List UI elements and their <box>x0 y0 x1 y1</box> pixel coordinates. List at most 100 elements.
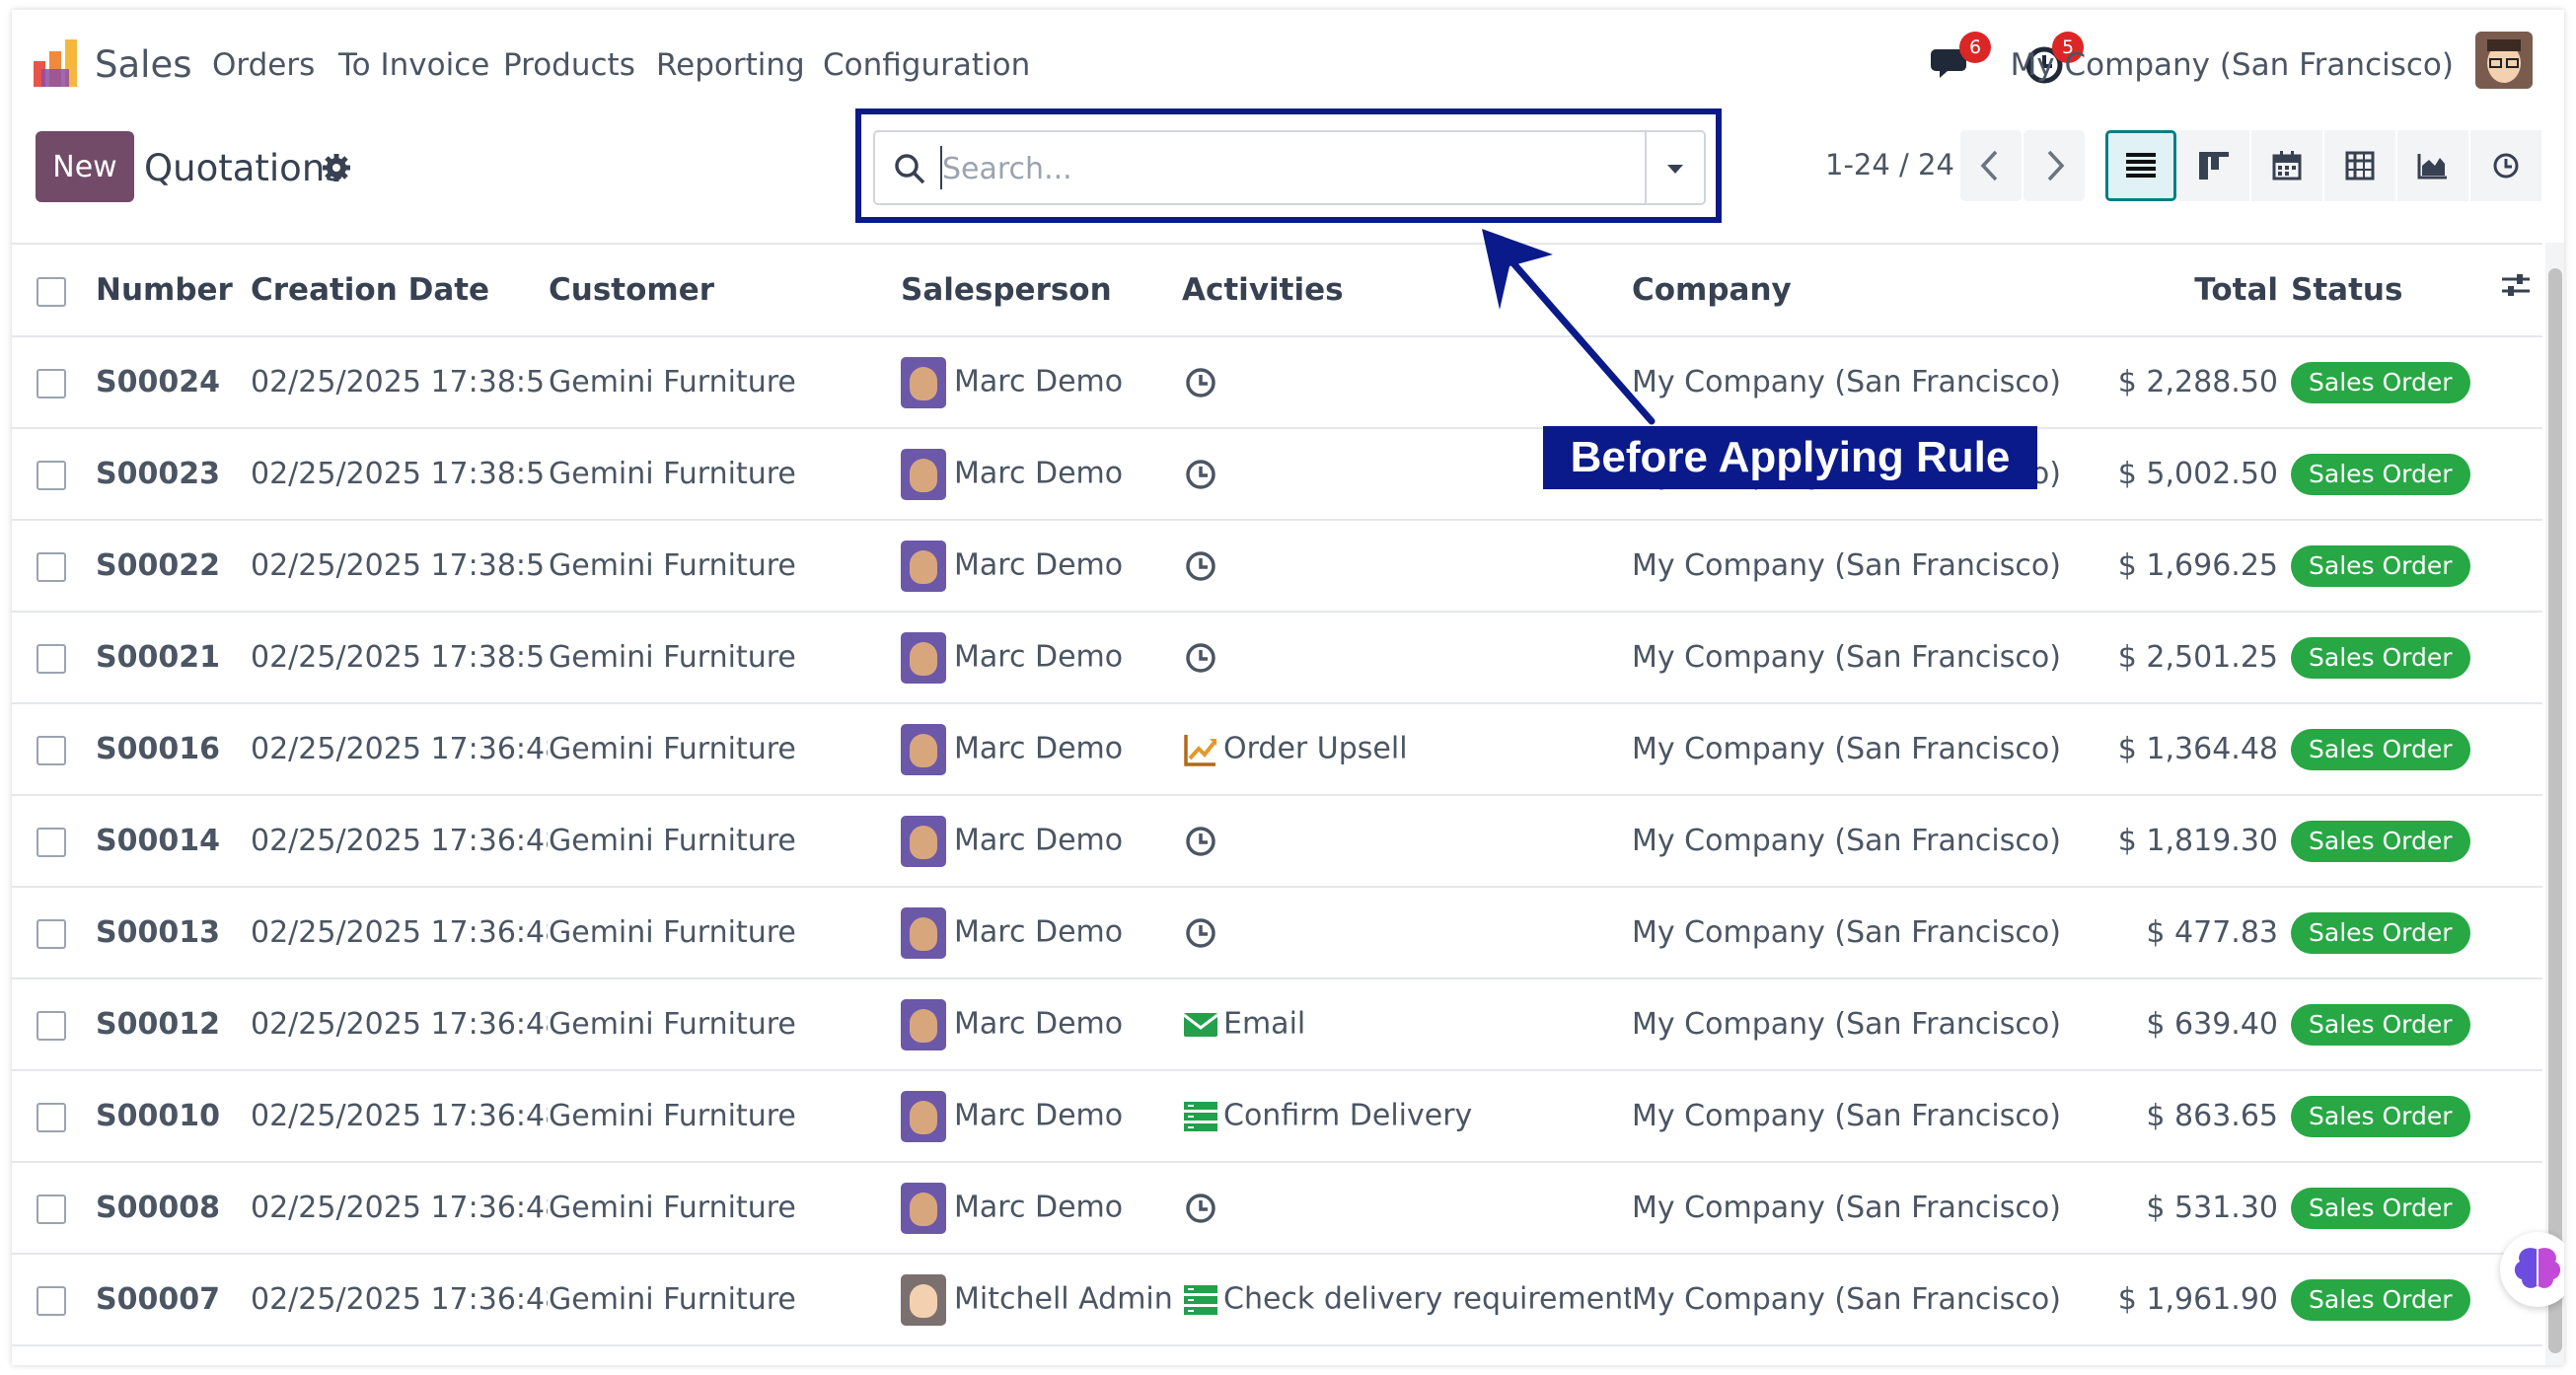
row-select-cell[interactable] <box>12 612 95 704</box>
table-row[interactable]: S00014 02/25/2025 17:36:48 Gemini Furnitur… <box>12 795 2542 888</box>
salesperson-avatar[interactable] <box>901 1182 946 1234</box>
menu-to-invoice[interactable]: To Invoice <box>338 47 489 83</box>
scrollbar-thumb[interactable] <box>2548 268 2562 1353</box>
row-checkbox[interactable] <box>37 1102 66 1132</box>
menu-orders[interactable]: Orders <box>212 47 315 83</box>
row-checkbox[interactable] <box>37 1285 66 1316</box>
select-all-checkbox[interactable] <box>37 276 66 307</box>
graph-view-button[interactable] <box>2397 130 2468 201</box>
order-number[interactable]: S00013 <box>95 887 250 979</box>
row-checkbox[interactable] <box>37 1010 66 1041</box>
row-select-cell[interactable] <box>12 795 95 888</box>
activity-view-button[interactable] <box>2470 130 2541 201</box>
trend-up-icon[interactable] <box>1182 731 1219 768</box>
table-row[interactable]: S00008 02/25/2025 17:36:48 Gemini Furnitur… <box>12 1162 2542 1255</box>
menu-configuration[interactable]: Configuration <box>823 47 1030 83</box>
order-number[interactable]: S00008 <box>95 1162 250 1255</box>
salesperson-avatar[interactable] <box>901 540 946 592</box>
row-select-cell[interactable] <box>12 978 95 1071</box>
new-button[interactable]: New <box>36 131 134 202</box>
envelope-icon[interactable] <box>1182 1006 1219 1044</box>
order-number[interactable]: S00006 <box>95 1345 250 1365</box>
order-number[interactable]: S00021 <box>95 612 250 704</box>
list-view-button[interactable] <box>2105 130 2176 201</box>
activity-cell[interactable] <box>1181 612 1631 704</box>
order-number[interactable]: S00016 <box>95 703 250 796</box>
row-checkbox[interactable] <box>37 460 66 490</box>
row-select-cell[interactable] <box>12 520 95 613</box>
table-row[interactable]: S00023 02/25/2025 17:38:51 Gemini Furnitur… <box>12 428 2542 521</box>
salesperson-avatar[interactable] <box>901 1090 946 1142</box>
user-avatar[interactable] <box>2475 32 2533 89</box>
clock-icon[interactable] <box>1182 914 1219 952</box>
table-row[interactable]: S00012 02/25/2025 17:36:48 Gemini Furnitur… <box>12 978 2542 1071</box>
activity-cell[interactable]: Order Upsell <box>1181 703 1631 796</box>
ai-assistant-button[interactable] <box>2500 1232 2564 1307</box>
table-row[interactable]: S00021 02/25/2025 17:38:51 Gemini Furnitur… <box>12 612 2542 704</box>
clock-icon[interactable] <box>1182 456 1219 493</box>
gear-icon[interactable] <box>322 153 351 182</box>
activity-cell[interactable] <box>1181 1162 1631 1255</box>
activity-cell[interactable] <box>1181 1345 1631 1365</box>
table-row[interactable]: S00013 02/25/2025 17:36:48 Gemini Furnitur… <box>12 887 2542 979</box>
calendar-view-button[interactable] <box>2251 130 2322 201</box>
pager-previous-button[interactable] <box>1960 130 2022 201</box>
salesperson-avatar[interactable] <box>901 1273 946 1326</box>
row-checkbox[interactable] <box>37 827 66 857</box>
clock-icon[interactable] <box>1182 639 1219 677</box>
column-header-customer[interactable]: Customer <box>548 243 900 337</box>
messages-button[interactable]: 6 <box>1930 32 1991 87</box>
activity-cell[interactable] <box>1181 520 1631 613</box>
row-select-cell[interactable] <box>12 1162 95 1255</box>
salesperson-avatar[interactable] <box>901 723 946 775</box>
vertical-scrollbar[interactable] <box>2545 243 2564 1365</box>
column-header-creation-date[interactable]: Creation Date <box>250 243 548 337</box>
clock-icon[interactable] <box>1182 364 1219 401</box>
activity-cell[interactable]: Email <box>1181 978 1631 1071</box>
clock-icon[interactable] <box>1182 1190 1219 1227</box>
clock-icon[interactable] <box>1182 823 1219 860</box>
pager-next-button[interactable] <box>2024 130 2085 201</box>
row-select-cell[interactable] <box>12 1345 95 1365</box>
column-header-total[interactable]: Total <box>2066 243 2290 337</box>
order-number[interactable]: S00024 <box>95 336 250 429</box>
order-number[interactable]: S00014 <box>95 795 250 888</box>
select-all-cell[interactable] <box>12 243 95 337</box>
menu-products[interactable]: Products <box>503 47 635 83</box>
table-row[interactable]: S00016 02/25/2025 17:36:48 Gemini Furnitur… <box>12 703 2542 796</box>
row-checkbox[interactable] <box>37 551 66 582</box>
row-select-cell[interactable] <box>12 1070 95 1163</box>
pivot-view-button[interactable] <box>2324 130 2395 201</box>
row-select-cell[interactable] <box>12 428 95 521</box>
app-name[interactable]: Sales <box>95 43 191 86</box>
column-header-company[interactable]: Company <box>1631 243 2066 337</box>
row-select-cell[interactable] <box>12 1254 95 1346</box>
row-checkbox[interactable] <box>37 368 66 398</box>
table-row[interactable]: S00010 02/25/2025 17:36:48 Gemini Furnitur… <box>12 1070 2542 1163</box>
salesperson-avatar[interactable] <box>901 448 946 500</box>
column-header-number[interactable]: Number <box>95 243 250 337</box>
order-number[interactable]: S00007 <box>95 1254 250 1346</box>
activity-cell[interactable]: Check delivery requirements <box>1181 1254 1631 1346</box>
table-row[interactable]: S00022 02/25/2025 17:38:51 Gemini Furnitur… <box>12 520 2542 613</box>
salesperson-avatar[interactable] <box>901 631 946 684</box>
salesperson-avatar[interactable] <box>901 906 946 959</box>
sliders-icon[interactable] <box>2499 268 2533 302</box>
row-select-cell[interactable] <box>12 887 95 979</box>
table-row[interactable]: S00007 02/25/2025 17:36:48 Gemini Furnitur… <box>12 1254 2542 1346</box>
clock-icon[interactable] <box>1182 547 1219 585</box>
column-header-status[interactable]: Status <box>2290 243 2542 337</box>
row-checkbox[interactable] <box>37 735 66 765</box>
order-number[interactable]: S00012 <box>95 978 250 1071</box>
order-number[interactable]: S00023 <box>95 428 250 521</box>
table-row[interactable]: S0000602/25/2025 17:36:48Lumber IncMitch… <box>12 1345 2542 1365</box>
row-checkbox[interactable] <box>37 643 66 674</box>
menu-reporting[interactable]: Reporting <box>656 47 805 83</box>
activity-cell[interactable] <box>1181 795 1631 888</box>
sales-app-icon[interactable] <box>32 37 79 89</box>
salesperson-avatar[interactable] <box>901 998 946 1050</box>
activity-cell[interactable] <box>1181 887 1631 979</box>
order-number[interactable]: S00010 <box>95 1070 250 1163</box>
kanban-view-button[interactable] <box>2178 130 2249 201</box>
tasks-icon[interactable] <box>1182 1281 1219 1319</box>
